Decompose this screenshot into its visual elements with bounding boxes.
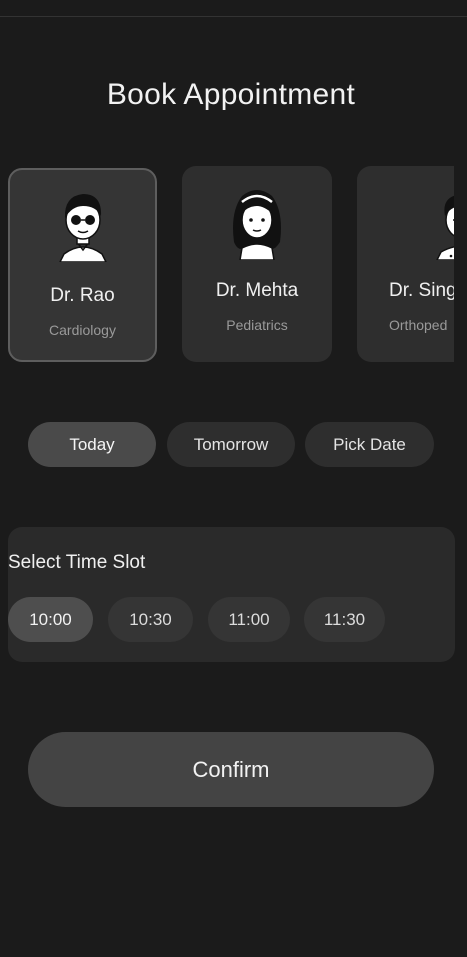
doctor-name: Dr. Sing <box>389 280 454 301</box>
doctor-name: Dr. Mehta <box>215 280 299 301</box>
doctor-sunglasses-avatar-icon <box>58 194 107 262</box>
tab-today[interactable]: Today <box>28 422 156 467</box>
doctor-card-mehta[interactable]: Dr. Mehta Pediatrics <box>182 166 332 362</box>
tab-tomorrow[interactable]: Tomorrow <box>167 422 295 467</box>
doctor-specialty: Cardiology <box>49 322 116 338</box>
doctor-carousel[interactable]: Dr. Rao Cardiology Dr. Mehta Pediatrics <box>0 166 454 366</box>
doctor-name: Dr. Rao <box>50 285 115 306</box>
confirm-button[interactable]: Confirm <box>28 732 434 807</box>
page-title: Book Appointment <box>106 78 356 111</box>
slot-1100[interactable]: 11:00 <box>208 597 290 642</box>
slot-1130[interactable]: 11:30 <box>304 597 385 642</box>
doctor-long-hair-avatar-icon <box>233 190 281 260</box>
doctor-specialty: Orthoped <box>389 317 448 333</box>
doctor-card-rao[interactable]: Dr. Rao Cardiology <box>8 168 157 362</box>
slot-1000[interactable]: 10:00 <box>8 597 93 642</box>
doctor-card-sing[interactable]: Dr. Sing Orthoped <box>357 166 454 362</box>
slot-1030[interactable]: 10:30 <box>108 597 193 642</box>
slot-heading: Select Time Slot <box>8 552 146 573</box>
doctor-short-hair-avatar-icon <box>436 195 454 260</box>
tab-pick-date[interactable]: Pick Date <box>305 422 434 467</box>
top-divider <box>0 16 467 17</box>
doctor-specialty: Pediatrics <box>226 317 288 333</box>
time-slot-panel: Select Time Slot 10:00 10:30 11:00 11:30 <box>8 527 455 662</box>
